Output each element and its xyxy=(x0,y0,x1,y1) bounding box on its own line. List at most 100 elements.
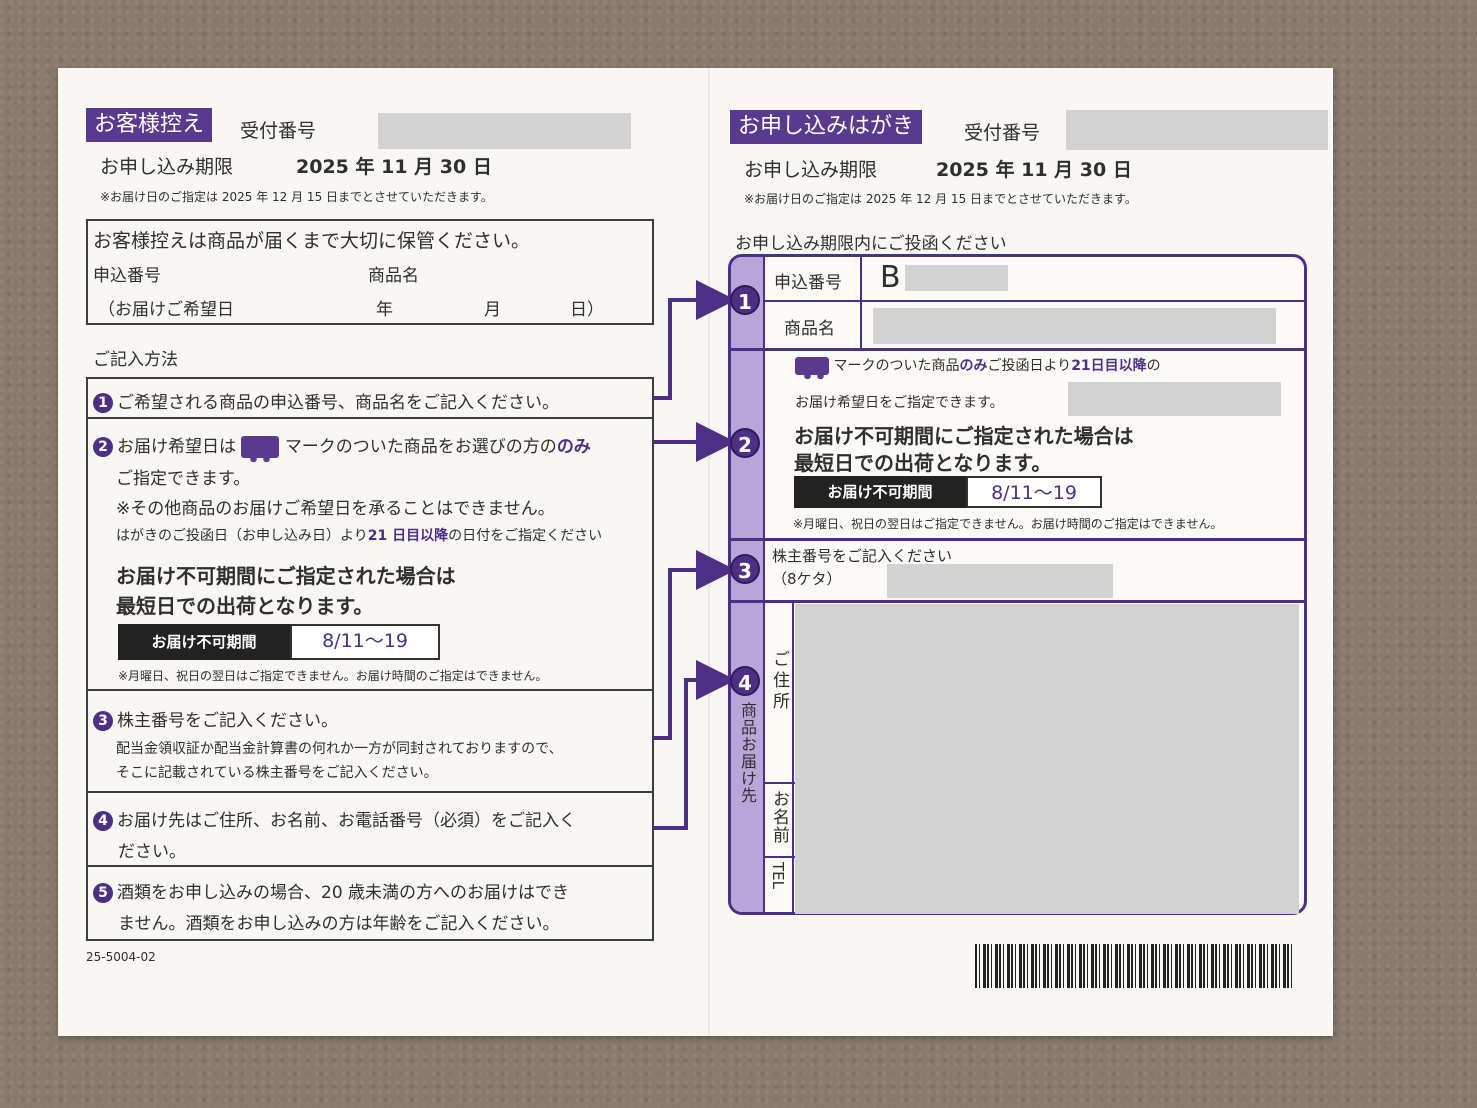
step1: 1 ご希望される商品の申込番号、商品名をご記入ください。 xyxy=(93,388,559,413)
section2-only: のみ xyxy=(959,358,988,374)
step-number: 4 xyxy=(93,811,113,831)
delivery-truck-icon xyxy=(241,436,280,462)
shareholder-number-redacted[interactable] xyxy=(887,564,1113,598)
keep-year: 年 xyxy=(376,300,393,320)
section2-line1-a: マークのついた商品 xyxy=(833,358,960,374)
step4-line2: ださい。 xyxy=(118,842,186,862)
section2-footnote: ※月曜日、祝日の翌日はご指定できません。お届け時間のご指定はできません。 xyxy=(793,517,1223,531)
deadline-label: お申し込み期限 xyxy=(100,156,234,178)
name-label: お名前 xyxy=(769,790,789,844)
section-2-number: 2 xyxy=(730,428,760,458)
keep-month: 月 xyxy=(484,300,501,320)
step3-text-a: 株主番号をご記入ください。 xyxy=(117,711,338,731)
section-divider xyxy=(731,600,1304,603)
col-divider xyxy=(860,257,862,348)
section2-warning-1: お届け不可期間にご指定された場合は xyxy=(794,424,1134,448)
right-deadline-label: お申し込み期限 xyxy=(744,159,878,181)
keep-day: 日） xyxy=(570,300,604,320)
ng-period-value: 8/11～19 xyxy=(290,624,440,660)
section2-line2: お届け希望日をご指定できます。 xyxy=(795,395,1004,411)
row-divider xyxy=(765,782,795,784)
right-deadline-value: 2025 年 11 月 30 日 xyxy=(936,159,1132,181)
deadline-value: 2025 年 11 月 30 日 xyxy=(296,156,492,178)
barcode-icon xyxy=(975,944,1293,988)
arrow-icon xyxy=(654,660,736,830)
col-divider xyxy=(763,257,765,348)
right-receipt-number-label: 受付番号 xyxy=(964,122,1041,144)
step-number: 3 xyxy=(93,711,113,731)
receipt-number-label: 受付番号 xyxy=(240,120,317,142)
address-label: ご住所 xyxy=(769,650,789,713)
howto-title: ご記入方法 xyxy=(93,350,178,370)
step2-footnote: ※月曜日、祝日の翌日はご指定できません。お届け時間のご指定はできません。 xyxy=(118,669,548,683)
ng-period-label: お届け不可期間 xyxy=(118,624,290,660)
step3-line2: 配当金領収証か配当金計算書の何れか一方が同封されておりますので、 xyxy=(116,741,563,757)
step4-text-a: お届け先はご住所、お名前、お電話番号（必須）をご記入く xyxy=(117,811,576,831)
delivery-date-note: ※お届け日のご指定は 2025 年 12 月 15 日までとさせていただきます。 xyxy=(100,190,493,204)
connector-arrows xyxy=(654,280,736,830)
section-divider xyxy=(731,538,1304,541)
step2-line4-a: はがきのご投函日（お申し込み日）より xyxy=(116,528,368,544)
keep-app-number-label: 申込番号 xyxy=(93,266,161,286)
product-label: 商品名 xyxy=(784,319,835,339)
section2-line1-b: ご投函日より xyxy=(987,358,1072,374)
section-divider xyxy=(731,348,1304,351)
keep-product-label: 商品名 xyxy=(368,266,419,286)
product-name-redacted[interactable] xyxy=(873,308,1276,344)
step-number: 5 xyxy=(93,883,113,903)
step5-text-a: 酒類をお申し込みの場合、20 歳未満の方へのお届けはでき xyxy=(117,883,570,903)
post-note: お申し込み期限内にご投函ください xyxy=(735,234,1007,254)
postcard-tag: お申し込みはがき xyxy=(730,110,923,144)
step2-text-b: マークのついた商品をお選びの方の xyxy=(284,437,557,457)
step1-text: ご希望される商品の申込番号、商品名をご記入ください。 xyxy=(117,393,559,413)
customer-copy-tag: お客様控え xyxy=(86,108,213,142)
right-ng-period-label: お届け不可期間 xyxy=(794,476,966,508)
shareholder-number-label: 株主番号をご記入ください xyxy=(772,547,953,565)
step2-line2: ご指定できます。 xyxy=(116,469,251,489)
right-ng-period-value: 8/11～19 xyxy=(966,476,1102,508)
step4-line1: 4 お届け先はご住所、お名前、お電話番号（必須）をご記入く xyxy=(93,806,576,831)
shareholder-digits-note: （8ケタ） xyxy=(772,570,842,588)
col-divider xyxy=(763,351,765,538)
app-number-prefix[interactable]: B xyxy=(880,260,901,295)
row-divider xyxy=(765,856,795,858)
form-code: 25-5004-02 xyxy=(86,950,156,964)
col-divider xyxy=(792,603,794,912)
col-divider xyxy=(763,541,765,600)
arrow-icon xyxy=(654,550,736,740)
app-number-redacted[interactable] xyxy=(905,265,1008,291)
right-delivery-date-note: ※お届け日のご指定は 2025 年 12 月 15 日までとさせていただきます。 xyxy=(744,192,1137,206)
delivery-truck-icon xyxy=(795,357,829,379)
desired-date-redacted[interactable] xyxy=(1068,382,1281,416)
delivery-address-side-label: 商品お届け先 xyxy=(738,702,757,804)
section2-line1-d: の xyxy=(1146,358,1161,374)
app-number-label: 申込番号 xyxy=(774,273,842,293)
step2-line4-c: の日付をご指定ください xyxy=(448,528,603,544)
keep-date-label: （お届けご希望日 xyxy=(98,300,234,320)
keep-box-heading: お客様控えは商品が届くまで大切に保管ください。 xyxy=(93,230,531,252)
arrow-icon xyxy=(654,280,736,400)
step2-warning-2: 最短日での出荷となります。 xyxy=(116,594,374,618)
step3-line3: そこに記載されている株主番号をご記入ください。 xyxy=(116,765,438,781)
col-divider xyxy=(763,603,765,912)
step5-line2: ません。酒類をお申し込みの方は年齢をご記入ください。 xyxy=(118,914,560,934)
step5-line1: 5 酒類をお申し込みの場合、20 歳未満の方へのお届けはでき xyxy=(93,878,569,903)
section-4-number: 4 xyxy=(730,666,760,696)
recipient-info-redacted[interactable] xyxy=(795,604,1299,914)
row-divider xyxy=(763,300,1304,302)
step2-only: のみ xyxy=(556,437,591,457)
section2-line1: マークのついた商品のみご投函日より21日目以降の xyxy=(795,355,1161,379)
section2-warning-2: 最短日での出荷となります。 xyxy=(794,451,1052,475)
step-number: 1 xyxy=(93,393,113,413)
section-3-number: 3 xyxy=(730,554,760,584)
section2-line1-c: 21日目以降 xyxy=(1071,358,1147,374)
right-receipt-number-redacted xyxy=(1066,110,1328,150)
step2-line3: ※その他商品のお届けご希望日を承ることはできません。 xyxy=(116,499,555,519)
tel-label: TEL xyxy=(769,862,787,889)
step-number: 2 xyxy=(93,437,113,457)
step2-text-a: お届け希望日は xyxy=(117,437,236,457)
step2-line4-b: 21 日目以降 xyxy=(367,528,449,544)
step2-line1: 2 お届け希望日は マークのついた商品をお選びの方ののみ xyxy=(93,432,591,462)
section-1-number: 1 xyxy=(730,285,760,315)
step2-line4: はがきのご投函日（お申し込み日）より21 日目以降の日付をご指定ください xyxy=(116,525,602,545)
